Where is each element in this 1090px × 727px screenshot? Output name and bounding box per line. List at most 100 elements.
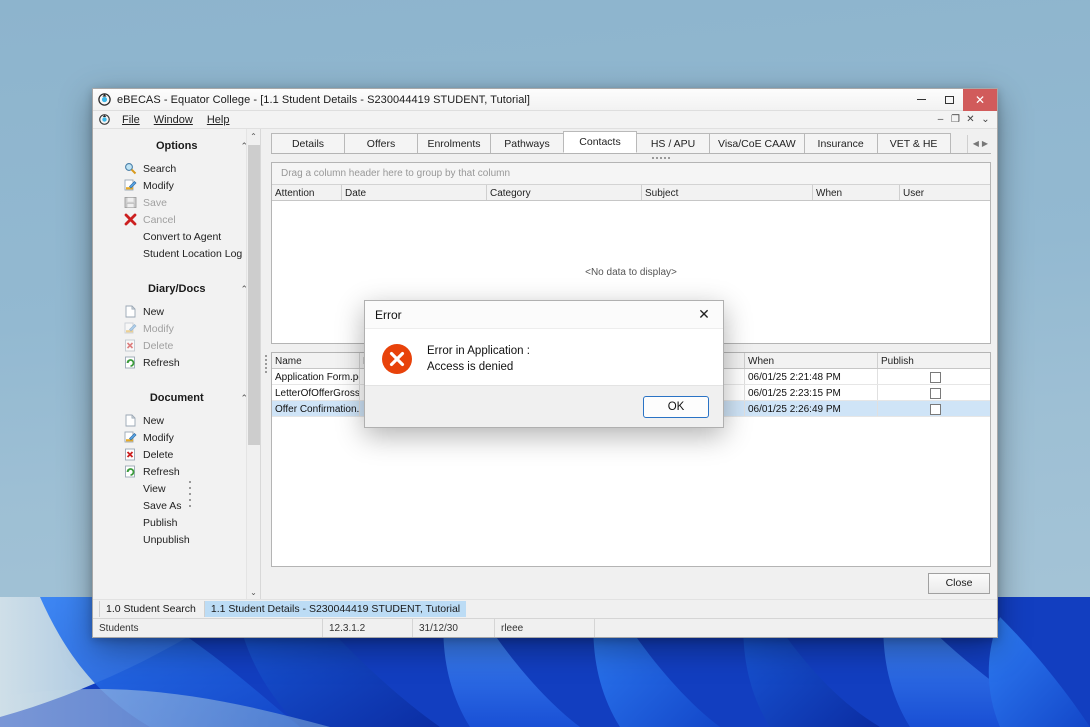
tab-strip: Details Offers Enrolments Pathways Conta…: [271, 133, 991, 154]
tab-insurance[interactable]: Insurance: [804, 133, 878, 153]
document-publish-cell[interactable]: [878, 401, 990, 416]
mdi-more-button[interactable]: ⌄: [979, 113, 992, 127]
documents-column-name[interactable]: Name: [272, 353, 360, 368]
menu-file[interactable]: File: [115, 113, 147, 127]
tab-details[interactable]: Details: [271, 133, 345, 153]
sidebar-item-document-publish[interactable]: Publish: [93, 514, 260, 531]
sidebar-item-document-unpublish[interactable]: Unpublish: [93, 531, 260, 548]
tab-details-label: Details: [292, 138, 324, 150]
error-dialog-content: Error in Application : Access is denied: [365, 329, 723, 385]
error-dialog-footer: OK: [365, 385, 723, 427]
sidebar-group-diary-docs-header[interactable]: Diary/Docs ⌃: [93, 280, 260, 298]
page-delete-icon: [123, 339, 137, 353]
sidebar-item-document-modify-label: Modify: [143, 432, 174, 444]
group-by-drop-area[interactable]: Drag a column header here to group by th…: [272, 163, 990, 185]
document-publish-cell[interactable]: [878, 369, 990, 384]
tab-hs-apu[interactable]: HS / APU: [636, 133, 710, 153]
sidebar-item-document-delete-label: Delete: [143, 449, 173, 461]
error-circle-x-icon: [381, 343, 413, 375]
tab-pathways[interactable]: Pathways: [490, 133, 564, 153]
contacts-column-date[interactable]: Date: [342, 185, 487, 200]
sidebar-resize-grip[interactable]: [189, 481, 193, 507]
pencil-edit-icon: [123, 322, 137, 336]
tab-visa-coe-caaw[interactable]: Visa/CoE CAAW: [709, 133, 805, 153]
tab-handle-dots: [652, 157, 670, 159]
ok-button[interactable]: OK: [643, 396, 709, 418]
menu-help[interactable]: Help: [200, 113, 237, 127]
sidebar-item-search-label: Search: [143, 163, 176, 175]
sidebar-item-diary-refresh-label: Refresh: [143, 357, 180, 369]
error-dialog-close-icon[interactable]: ✕: [685, 301, 723, 329]
minimize-button[interactable]: [907, 89, 935, 111]
contacts-column-attention[interactable]: Attention: [272, 185, 342, 200]
sidebar-item-document-modify[interactable]: Modify: [93, 429, 260, 446]
close-window-button[interactable]: ✕: [963, 89, 997, 111]
tab-vet-he[interactable]: VET & HE: [877, 133, 951, 153]
tab-contacts[interactable]: Contacts: [563, 131, 637, 153]
sidebar-item-diary-modify: Modify: [93, 320, 260, 337]
window-title: eBECAS - Equator College - [1.1 Student …: [117, 94, 530, 106]
scroll-up-arrow-icon[interactable]: ⌃: [247, 129, 261, 143]
sidebar-item-document-save-as[interactable]: Save As: [93, 497, 260, 514]
window-tab-student-search[interactable]: 1.0 Student Search: [99, 601, 202, 617]
document-name: Offer Confirmation.pd: [272, 401, 360, 416]
tab-scroll-right-icon[interactable]: ▶: [982, 139, 988, 148]
mdi-close-button[interactable]: ✕: [964, 113, 977, 127]
sidebar-item-save-label: Save: [143, 197, 167, 209]
documents-column-publish[interactable]: Publish: [878, 353, 990, 368]
sidebar-item-document-view[interactable]: View: [93, 480, 260, 497]
navigation-sidebar: Options ⌃ Search: [93, 129, 261, 599]
publish-checkbox[interactable]: [930, 388, 941, 399]
sidebar-item-diary-refresh[interactable]: Refresh: [93, 354, 260, 371]
menu-window[interactable]: Window: [147, 113, 200, 127]
title-bar[interactable]: eBECAS - Equator College - [1.1 Student …: [93, 89, 997, 111]
document-when: 06/01/25 2:21:48 PM: [745, 369, 878, 384]
tab-vet-he-label: VET & HE: [890, 138, 938, 150]
sidebar-item-modify-label: Modify: [143, 180, 174, 192]
sidebar-item-document-new[interactable]: New: [93, 412, 260, 429]
tab-offers[interactable]: Offers: [344, 133, 418, 153]
sidebar-item-convert-to-agent[interactable]: Convert to Agent: [93, 228, 260, 245]
contacts-column-category[interactable]: Category: [487, 185, 642, 200]
contacts-column-subject[interactable]: Subject: [642, 185, 813, 200]
sidebar-item-document-refresh[interactable]: Refresh: [93, 463, 260, 480]
mdi-window-tabs: 1.0 Student Search 1.1 Student Details -…: [93, 599, 997, 618]
publish-checkbox[interactable]: [930, 372, 941, 383]
error-dialog-message: Error in Application : Access is denied: [427, 343, 530, 375]
sidebar-item-modify[interactable]: Modify: [93, 177, 260, 194]
sidebar-item-diary-new[interactable]: New: [93, 303, 260, 320]
mdi-minimize-button[interactable]: –: [934, 113, 947, 127]
sidebar-item-document-publish-label: Publish: [143, 517, 177, 529]
contacts-column-user[interactable]: User: [900, 185, 990, 200]
scrollbar-thumb[interactable]: [248, 145, 260, 445]
magnifier-icon: [123, 162, 137, 176]
contacts-grid-header: Attention Date Category Subject When Use…: [272, 185, 990, 201]
tab-panel-handle: [271, 154, 991, 161]
sidebar-group-options-header[interactable]: Options ⌃: [93, 137, 260, 155]
error-dialog-title-bar[interactable]: Error ✕: [365, 301, 723, 329]
sidebar-item-document-save-as-label: Save As: [143, 500, 182, 512]
document-name: LetterOfOfferGross.d: [272, 385, 360, 400]
close-button[interactable]: Close: [928, 573, 990, 594]
contacts-column-when[interactable]: When: [813, 185, 900, 200]
sidebar-scrollbar[interactable]: ⌃ ⌄: [246, 129, 260, 599]
panel-splitter[interactable]: [261, 129, 271, 599]
tab-scroll-left-icon[interactable]: ◀: [973, 139, 979, 148]
mdi-restore-button[interactable]: ❐: [949, 113, 962, 127]
sidebar-item-document-delete[interactable]: Delete: [93, 446, 260, 463]
document-name: Application Form.pdf: [272, 369, 360, 384]
sidebar-item-student-location-log[interactable]: Student Location Log: [93, 245, 260, 262]
tab-enrolments[interactable]: Enrolments: [417, 133, 491, 153]
ebecas-app-icon: [98, 93, 111, 106]
document-publish-cell[interactable]: [878, 385, 990, 400]
documents-column-when[interactable]: When: [745, 353, 878, 368]
scroll-down-arrow-icon[interactable]: ⌄: [247, 585, 261, 599]
window-tab-student-details[interactable]: 1.1 Student Details - S230044419 STUDENT…: [204, 601, 466, 617]
sidebar-item-search[interactable]: Search: [93, 160, 260, 177]
menu-bar: File Window Help – ❐ ✕ ⌄: [93, 111, 997, 129]
publish-checkbox[interactable]: [930, 404, 941, 415]
error-message-line1: Error in Application :: [427, 344, 530, 360]
sidebar-group-document-header[interactable]: Document ⌃: [93, 389, 260, 407]
maximize-button[interactable]: [935, 89, 963, 111]
scrollbar-track[interactable]: [247, 143, 261, 585]
